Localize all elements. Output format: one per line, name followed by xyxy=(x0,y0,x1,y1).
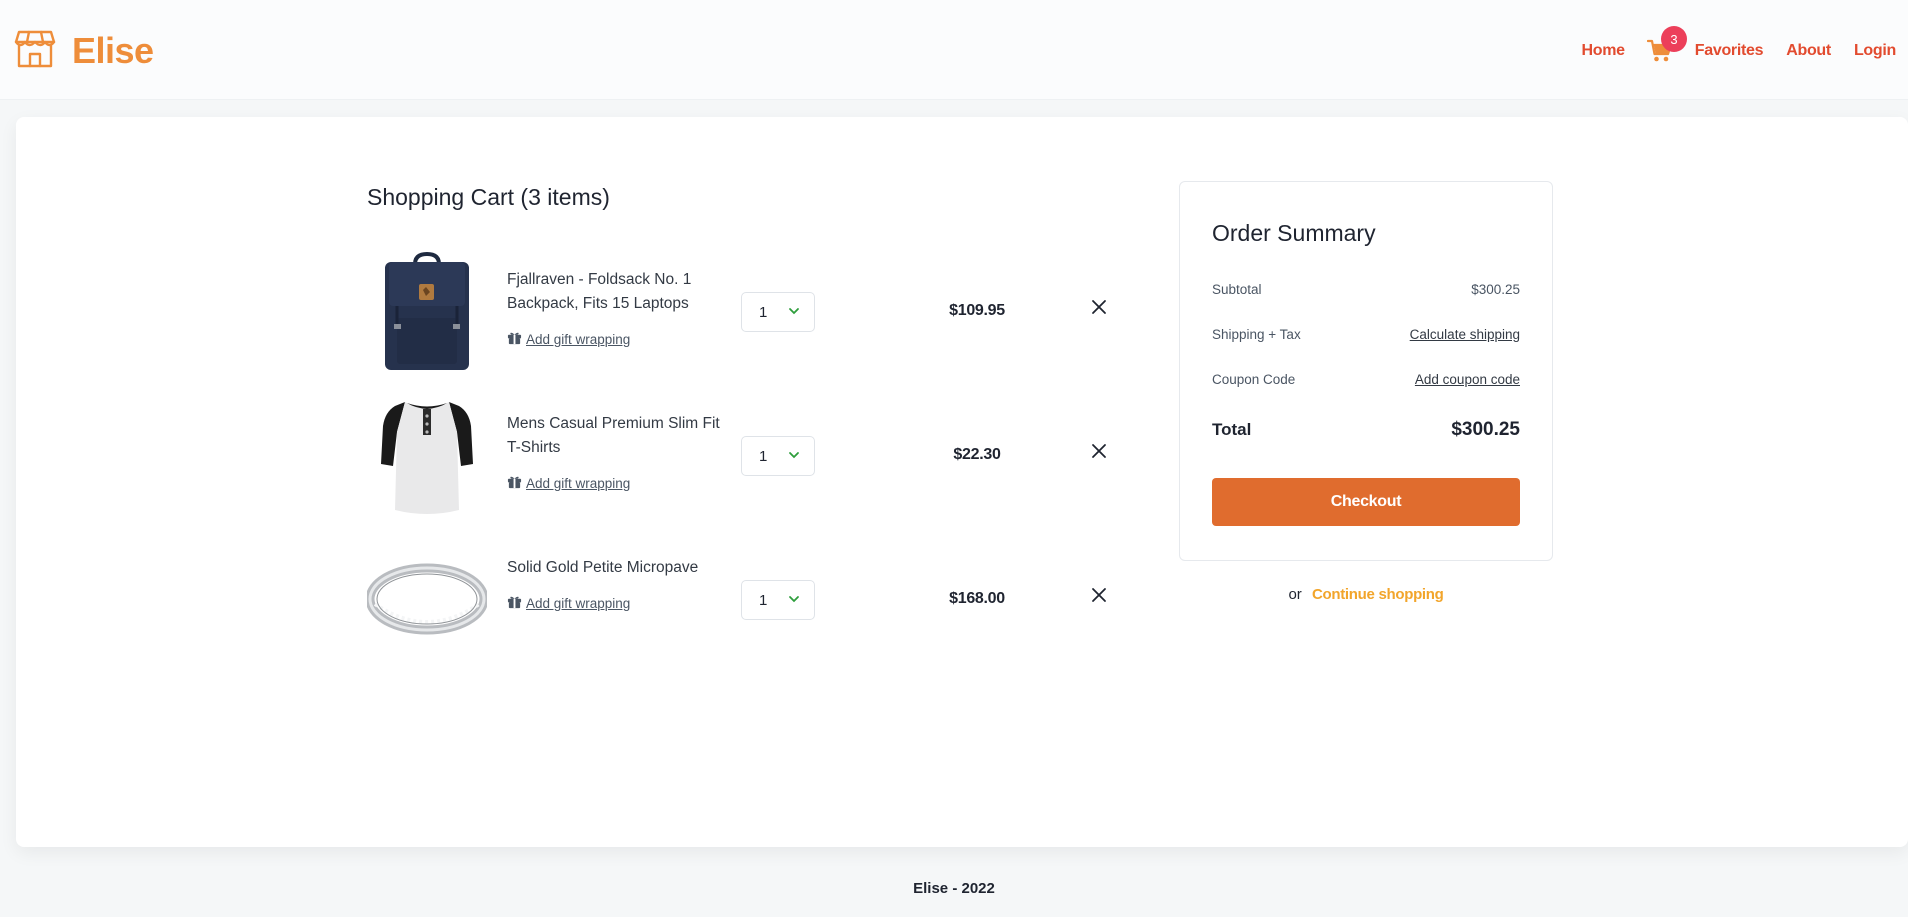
remove-item-button[interactable] xyxy=(1089,298,1109,318)
cart-title: Shopping Cart (3 items) xyxy=(367,184,610,210)
item-price: $22.30 xyxy=(953,446,1001,463)
brand-logo[interactable]: Elise xyxy=(14,30,154,72)
nav-about-link[interactable]: About xyxy=(1786,42,1831,60)
gift-wrap-link[interactable]: Add gift wrapping xyxy=(507,474,630,492)
brand-name: Elise xyxy=(72,30,154,71)
quantity-select[interactable]: 1 xyxy=(741,436,815,476)
gift-wrap-label: Add gift wrapping xyxy=(526,475,631,491)
chevron-down-icon xyxy=(788,592,800,609)
product-name[interactable]: Fjallraven - Foldsack No. 1 Backpack, Fi… xyxy=(507,268,737,316)
continue-shopping-row: or Continue shopping xyxy=(1179,586,1553,603)
or-text: or xyxy=(1288,586,1302,603)
product-image-backpack[interactable] xyxy=(367,250,487,372)
site-footer: Elise - 2022 xyxy=(913,880,995,897)
coupon-label: Coupon Code xyxy=(1212,372,1296,387)
gift-wrap-link[interactable]: Add gift wrapping xyxy=(507,594,630,612)
chevron-down-icon xyxy=(788,448,800,465)
subtotal-label: Subtotal xyxy=(1212,282,1262,297)
calculate-shipping-link[interactable]: Calculate shipping xyxy=(1410,327,1520,342)
close-icon xyxy=(1091,299,1107,318)
product-name[interactable]: Solid Gold Petite Micropave xyxy=(507,556,737,580)
nav-favorites-link[interactable]: Favorites xyxy=(1695,42,1764,60)
product-name[interactable]: Mens Casual Premium Slim Fit T-Shirts xyxy=(507,412,737,460)
quantity-value: 1 xyxy=(759,447,768,465)
order-summary: Order Summary Subtotal $300.25 Shipping … xyxy=(1179,181,1553,561)
cart-item: Mens Casual Premium Slim Fit T-Shirts Ad… xyxy=(367,394,1157,528)
total-label: Total xyxy=(1212,420,1252,439)
gift-wrap-link[interactable]: Add gift wrapping xyxy=(507,330,630,348)
cart-count-badge: 3 xyxy=(1660,26,1687,52)
remove-item-button[interactable] xyxy=(1089,586,1109,606)
subtotal-value: $300.25 xyxy=(1471,282,1520,297)
item-price: $168.00 xyxy=(949,590,1005,607)
main-content: Shopping Cart (3 items) Fjallraven - Fol… xyxy=(16,117,1908,847)
quantity-select[interactable]: 1 xyxy=(741,292,815,332)
item-price: $109.95 xyxy=(949,302,1005,319)
nav-home-link[interactable]: Home xyxy=(1582,42,1626,60)
remove-item-button[interactable] xyxy=(1089,442,1109,462)
gift-icon xyxy=(507,594,522,612)
chevron-down-icon xyxy=(788,304,800,321)
close-icon xyxy=(1091,587,1107,606)
product-image-ring[interactable] xyxy=(365,538,489,660)
add-coupon-link[interactable]: Add coupon code xyxy=(1415,372,1520,387)
close-icon xyxy=(1091,443,1107,462)
cart-item: Solid Gold Petite Micropave Add gift wra… xyxy=(365,538,1157,672)
site-header: Elise Home 3 Favorites About Login xyxy=(0,0,1908,100)
shipping-label: Shipping + Tax xyxy=(1212,327,1301,342)
checkout-button[interactable]: Checkout xyxy=(1212,478,1520,526)
storefront-icon xyxy=(14,28,56,75)
quantity-value: 1 xyxy=(759,303,768,321)
quantity-select[interactable]: 1 xyxy=(741,580,815,620)
gift-icon xyxy=(507,474,522,492)
gift-icon xyxy=(507,330,522,348)
continue-shopping-link[interactable]: Continue shopping xyxy=(1312,586,1444,603)
cart-item: Fjallraven - Foldsack No. 1 Backpack, Fi… xyxy=(367,250,1157,384)
order-summary-title: Order Summary xyxy=(1212,220,1376,246)
nav-login-link[interactable]: Login xyxy=(1854,42,1896,60)
shopping-cart-icon xyxy=(1646,39,1673,68)
quantity-value: 1 xyxy=(759,591,768,609)
gift-wrap-label: Add gift wrapping xyxy=(526,331,631,347)
main-nav: Home 3 Favorites About Login xyxy=(1582,26,1896,64)
product-image-tshirt[interactable] xyxy=(367,394,487,516)
nav-cart-link[interactable]: 3 xyxy=(1646,26,1687,64)
subtotal-row: Subtotal $300.25 xyxy=(1212,282,1520,297)
gift-wrap-label: Add gift wrapping xyxy=(526,595,631,611)
total-row: Total $300.25 xyxy=(1212,419,1520,441)
total-value: $300.25 xyxy=(1451,419,1520,440)
shipping-row: Shipping + Tax Calculate shipping xyxy=(1212,327,1520,342)
coupon-row: Coupon Code Add coupon code xyxy=(1212,372,1520,387)
